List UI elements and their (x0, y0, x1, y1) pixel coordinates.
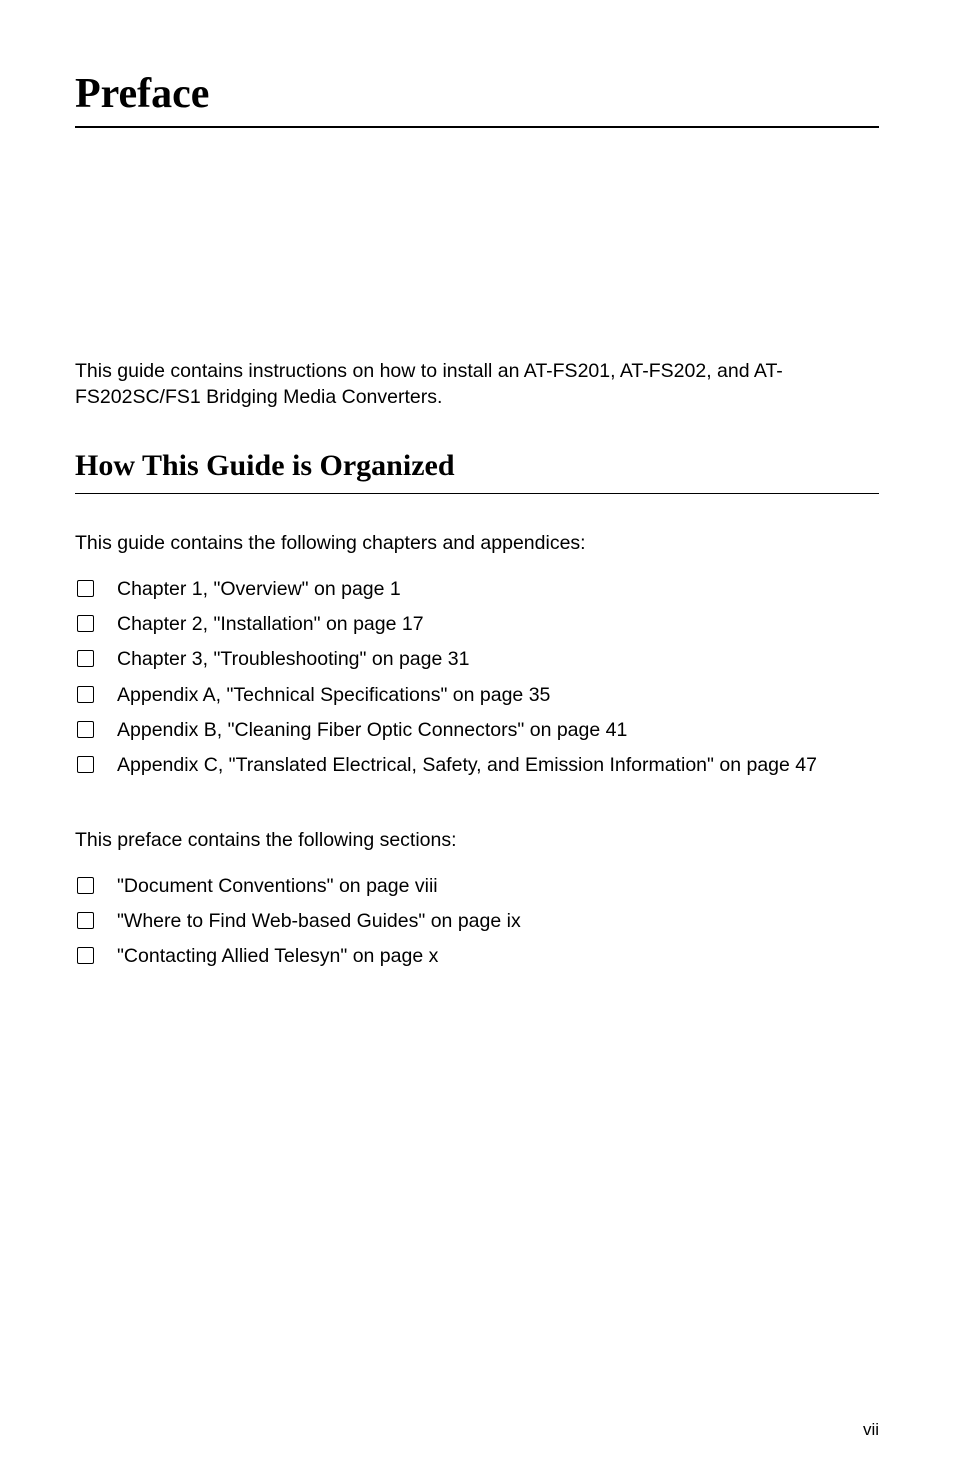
list-item: Chapter 2, "Installation" on page 17 (75, 612, 879, 637)
list-item: "Where to Find Web-based Guides" on page… (75, 909, 879, 934)
list-item: Chapter 1, "Overview" on page 1 (75, 577, 879, 602)
list-item: Appendix A, "Technical Specifications" o… (75, 683, 879, 708)
sections-intro: This preface contains the following sect… (75, 829, 879, 852)
sections-list: "Document Conventions" on page viii "Whe… (75, 874, 879, 970)
list-item: Chapter 3, "Troubleshooting" on page 31 (75, 647, 879, 672)
list-item: Appendix B, "Cleaning Fiber Optic Connec… (75, 718, 879, 743)
page-number: vii (863, 1420, 879, 1440)
intro-paragraph: This guide contains instructions on how … (75, 358, 879, 411)
page-title: Preface (75, 70, 879, 128)
section-heading: How This Guide is Organized (75, 449, 879, 494)
list-item: Appendix C, "Translated Electrical, Safe… (75, 753, 879, 778)
chapters-list: Chapter 1, "Overview" on page 1 Chapter … (75, 577, 879, 779)
list-item: "Contacting Allied Telesyn" on page x (75, 944, 879, 969)
chapters-intro: This guide contains the following chapte… (75, 532, 879, 555)
list-item: "Document Conventions" on page viii (75, 874, 879, 899)
